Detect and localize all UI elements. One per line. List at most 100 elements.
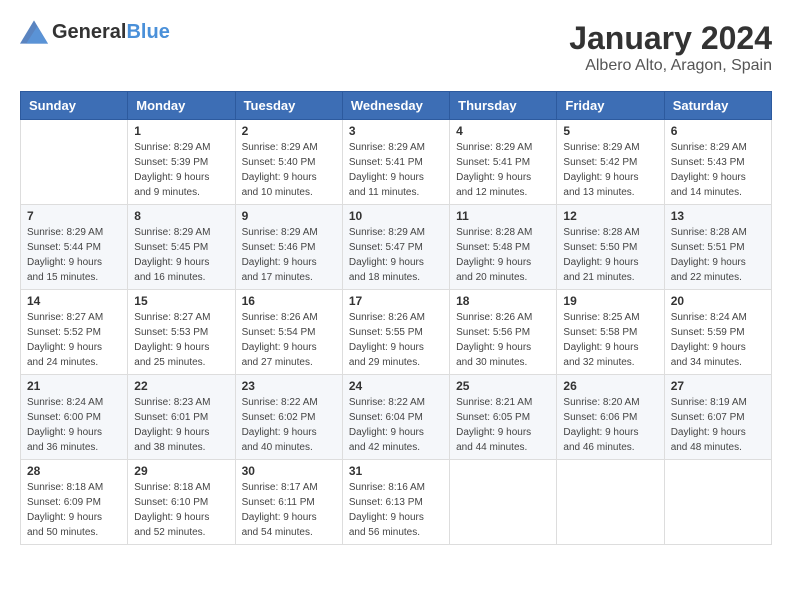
day-info: Sunrise: 8:28 AMSunset: 5:51 PMDaylight:…	[671, 225, 765, 285]
weekday-header-thursday: Thursday	[450, 92, 557, 120]
day-info: Sunrise: 8:29 AMSunset: 5:44 PMDaylight:…	[27, 225, 121, 285]
day-info: Sunrise: 8:24 AMSunset: 5:59 PMDaylight:…	[671, 310, 765, 370]
day-info: Sunrise: 8:25 AMSunset: 5:58 PMDaylight:…	[563, 310, 657, 370]
calendar-cell: 24Sunrise: 8:22 AMSunset: 6:04 PMDayligh…	[342, 375, 449, 460]
day-info: Sunrise: 8:29 AMSunset: 5:39 PMDaylight:…	[134, 140, 228, 200]
title-area: January 2024 Albero Alto, Aragon, Spain	[569, 20, 772, 75]
calendar-body: 1 Sunrise: 8:29 AMSunset: 5:39 PMDaylight…	[21, 120, 772, 545]
day-number: 2	[242, 124, 336, 138]
day-number: 26	[563, 379, 657, 393]
calendar-cell: 16Sunrise: 8:26 AMSunset: 5:54 PMDayligh…	[235, 290, 342, 375]
day-info: Sunrise: 8:29 AMSunset: 5:42 PMDaylight:…	[563, 140, 657, 200]
logo: GeneralBlue	[20, 20, 170, 44]
day-number: 30	[242, 464, 336, 478]
day-info: Sunrise: 8:18 AMSunset: 6:09 PMDaylight:…	[27, 480, 121, 540]
day-number: 20	[671, 294, 765, 308]
calendar-cell: 4 Sunrise: 8:29 AMSunset: 5:41 PMDaylight…	[450, 120, 557, 205]
day-number: 1	[134, 124, 228, 138]
calendar-cell	[450, 460, 557, 545]
calendar-cell: 11 Sunrise: 8:28 AMSunset: 5:48 PMDayligh…	[450, 205, 557, 290]
day-info: Sunrise: 8:20 AMSunset: 6:06 PMDaylight:…	[563, 395, 657, 455]
calendar-week-row: 21 Sunrise: 8:24 AMSunset: 6:00 PMDayligh…	[21, 375, 772, 460]
calendar-cell: 19 Sunrise: 8:25 AMSunset: 5:58 PMDayligh…	[557, 290, 664, 375]
day-info: Sunrise: 8:27 AMSunset: 5:53 PMDaylight:…	[134, 310, 228, 370]
calendar-cell	[21, 120, 128, 205]
day-info: Sunrise: 8:29 AMSunset: 5:43 PMDaylight:…	[671, 140, 765, 200]
day-info: Sunrise: 8:21 AMSunset: 6:05 PMDaylight:…	[456, 395, 550, 455]
day-info: Sunrise: 8:26 AMSunset: 5:55 PMDaylight:…	[349, 310, 443, 370]
calendar-cell: 15 Sunrise: 8:27 AMSunset: 5:53 PMDayligh…	[128, 290, 235, 375]
day-info: Sunrise: 8:29 AMSunset: 5:41 PMDaylight:…	[349, 140, 443, 200]
calendar-cell: 3Sunrise: 8:29 AMSunset: 5:41 PMDaylight…	[342, 120, 449, 205]
calendar-cell: 22Sunrise: 8:23 AMSunset: 6:01 PMDayligh…	[128, 375, 235, 460]
day-info: Sunrise: 8:27 AMSunset: 5:52 PMDaylight:…	[27, 310, 121, 370]
day-info: Sunrise: 8:28 AMSunset: 5:48 PMDaylight:…	[456, 225, 550, 285]
calendar-cell: 9Sunrise: 8:29 AMSunset: 5:46 PMDaylight…	[235, 205, 342, 290]
calendar-cell	[557, 460, 664, 545]
month-title: January 2024	[569, 20, 772, 57]
location-title: Albero Alto, Aragon, Spain	[569, 57, 772, 75]
calendar-cell: 30Sunrise: 8:17 AMSunset: 6:11 PMDayligh…	[235, 460, 342, 545]
day-number: 6	[671, 124, 765, 138]
calendar-cell: 12 Sunrise: 8:28 AMSunset: 5:50 PMDayligh…	[557, 205, 664, 290]
day-number: 4	[456, 124, 550, 138]
calendar-cell: 25Sunrise: 8:21 AMSunset: 6:05 PMDayligh…	[450, 375, 557, 460]
day-info: Sunrise: 8:22 AMSunset: 6:02 PMDaylight:…	[242, 395, 336, 455]
day-number: 14	[27, 294, 121, 308]
weekday-header-tuesday: Tuesday	[235, 92, 342, 120]
calendar-table: SundayMondayTuesdayWednesdayThursdayFrid…	[20, 91, 772, 545]
day-info: Sunrise: 8:22 AMSunset: 6:04 PMDaylight:…	[349, 395, 443, 455]
day-info: Sunrise: 8:16 AMSunset: 6:13 PMDaylight:…	[349, 480, 443, 540]
day-info: Sunrise: 8:26 AMSunset: 5:56 PMDaylight:…	[456, 310, 550, 370]
calendar-cell: 14 Sunrise: 8:27 AMSunset: 5:52 PMDayligh…	[21, 290, 128, 375]
day-number: 27	[671, 379, 765, 393]
day-number: 31	[349, 464, 443, 478]
calendar-cell: 31 Sunrise: 8:16 AMSunset: 6:13 PMDayligh…	[342, 460, 449, 545]
calendar-week-row: 7 Sunrise: 8:29 AMSunset: 5:44 PMDaylight…	[21, 205, 772, 290]
weekday-header-row: SundayMondayTuesdayWednesdayThursdayFrid…	[21, 92, 772, 120]
day-info: Sunrise: 8:24 AMSunset: 6:00 PMDaylight:…	[27, 395, 121, 455]
calendar-cell	[664, 460, 771, 545]
calendar-week-row: 14 Sunrise: 8:27 AMSunset: 5:52 PMDayligh…	[21, 290, 772, 375]
day-number: 19	[563, 294, 657, 308]
calendar-cell: 8Sunrise: 8:29 AMSunset: 5:45 PMDaylight…	[128, 205, 235, 290]
day-number: 17	[349, 294, 443, 308]
day-number: 23	[242, 379, 336, 393]
calendar-cell: 2Sunrise: 8:29 AMSunset: 5:40 PMDaylight…	[235, 120, 342, 205]
logo-text-general: General	[52, 21, 126, 43]
calendar-cell: 26 Sunrise: 8:20 AMSunset: 6:06 PMDayligh…	[557, 375, 664, 460]
calendar-cell: 21 Sunrise: 8:24 AMSunset: 6:00 PMDayligh…	[21, 375, 128, 460]
day-number: 29	[134, 464, 228, 478]
weekday-header-monday: Monday	[128, 92, 235, 120]
day-info: Sunrise: 8:26 AMSunset: 5:54 PMDaylight:…	[242, 310, 336, 370]
day-info: Sunrise: 8:29 AMSunset: 5:41 PMDaylight:…	[456, 140, 550, 200]
day-number: 15	[134, 294, 228, 308]
day-number: 22	[134, 379, 228, 393]
day-number: 12	[563, 209, 657, 223]
day-number: 9	[242, 209, 336, 223]
day-info: Sunrise: 8:28 AMSunset: 5:50 PMDaylight:…	[563, 225, 657, 285]
day-info: Sunrise: 8:29 AMSunset: 5:47 PMDaylight:…	[349, 225, 443, 285]
day-number: 28	[27, 464, 121, 478]
logo-text-blue: Blue	[126, 21, 169, 43]
weekday-header-friday: Friday	[557, 92, 664, 120]
day-number: 10	[349, 209, 443, 223]
weekday-header-wednesday: Wednesday	[342, 92, 449, 120]
calendar-cell: 10 Sunrise: 8:29 AMSunset: 5:47 PMDayligh…	[342, 205, 449, 290]
calendar-cell: 20 Sunrise: 8:24 AMSunset: 5:59 PMDayligh…	[664, 290, 771, 375]
calendar-cell: 28 Sunrise: 8:18 AMSunset: 6:09 PMDayligh…	[21, 460, 128, 545]
header: GeneralBlue January 2024 Albero Alto, Ar…	[20, 20, 772, 75]
day-number: 8	[134, 209, 228, 223]
day-number: 18	[456, 294, 550, 308]
day-number: 21	[27, 379, 121, 393]
day-number: 11	[456, 209, 550, 223]
calendar-cell: 18 Sunrise: 8:26 AMSunset: 5:56 PMDayligh…	[450, 290, 557, 375]
calendar-cell: 6 Sunrise: 8:29 AMSunset: 5:43 PMDaylight…	[664, 120, 771, 205]
day-number: 13	[671, 209, 765, 223]
calendar-week-row: 28 Sunrise: 8:18 AMSunset: 6:09 PMDayligh…	[21, 460, 772, 545]
logo-icon	[20, 20, 48, 44]
calendar-cell: 17 Sunrise: 8:26 AMSunset: 5:55 PMDayligh…	[342, 290, 449, 375]
calendar-cell: 7 Sunrise: 8:29 AMSunset: 5:44 PMDaylight…	[21, 205, 128, 290]
day-number: 5	[563, 124, 657, 138]
day-number: 7	[27, 209, 121, 223]
